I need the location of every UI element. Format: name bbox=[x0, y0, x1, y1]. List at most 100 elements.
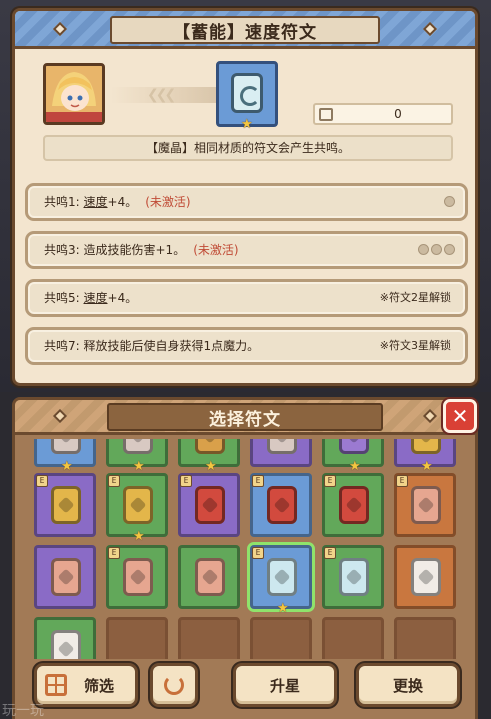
dot-icon bbox=[444, 244, 455, 255]
empty-rune-slot bbox=[394, 617, 456, 659]
rune-core-icon bbox=[195, 558, 225, 596]
effect-value: 造成技能伤害+1。 bbox=[83, 243, 186, 257]
gem-ornament-icon bbox=[422, 408, 438, 424]
dot-icon bbox=[431, 244, 442, 255]
star-icon: ★ bbox=[277, 601, 289, 616]
filter-label: 筛选 bbox=[83, 676, 114, 695]
equipped-badge: E bbox=[252, 475, 264, 487]
empty-rune-slot bbox=[250, 617, 312, 659]
rune-core-icon bbox=[195, 439, 225, 454]
rune-title: 【蓄能】速度符文 bbox=[110, 16, 380, 44]
dot-icon bbox=[444, 196, 455, 207]
star-icon: ★ bbox=[133, 459, 145, 474]
effect-level: 共鸣3: bbox=[44, 243, 84, 257]
close-button[interactable]: ✕ bbox=[443, 399, 477, 433]
rune-tile[interactable] bbox=[34, 617, 96, 659]
rune-core-icon bbox=[411, 486, 441, 524]
upgrade-star-button[interactable]: 升星 bbox=[233, 663, 337, 707]
rune-tile[interactable] bbox=[34, 545, 96, 609]
equipped-badge: E bbox=[108, 547, 120, 559]
rune-tile[interactable]: ★ bbox=[322, 439, 384, 473]
rune-core-icon bbox=[339, 486, 369, 524]
equipped-badge: E bbox=[180, 475, 192, 487]
equipped-badge: E bbox=[324, 547, 336, 559]
rune-count-value: 0 bbox=[394, 107, 402, 121]
rune-tile[interactable]: ★ bbox=[34, 439, 96, 473]
rune-tile[interactable] bbox=[394, 545, 456, 609]
rune-grid: ★ ★ ★ ★ ★ E E ★ E E E E E E ★ E bbox=[30, 439, 462, 659]
rune-detail-panel: 【蓄能】速度符文 ❮❮❮ ★ 0 【魔晶】相同材质的符文会产生共鸣。 共鸣1: … bbox=[12, 8, 478, 386]
resonance-dots bbox=[444, 196, 455, 207]
refresh-button[interactable] bbox=[150, 663, 198, 707]
resonance-effect-row: 共鸣3: 造成技能伤害+1。 (未激活) bbox=[25, 231, 468, 269]
empty-rune-slot bbox=[178, 617, 240, 659]
effect-keyword: 速度 bbox=[83, 195, 108, 209]
effect-value: +4。 bbox=[107, 291, 138, 305]
hero-portrait[interactable] bbox=[43, 63, 105, 125]
rune-core-icon bbox=[51, 630, 81, 659]
equipped-badge: E bbox=[396, 475, 408, 487]
rune-tile[interactable]: E ★ bbox=[250, 545, 312, 615]
empty-rune-slot bbox=[322, 617, 384, 659]
equipped-badge: E bbox=[324, 475, 336, 487]
rune-core-icon bbox=[51, 558, 81, 596]
bag-icon bbox=[319, 108, 333, 121]
watermark: 玩一玩 bbox=[2, 703, 44, 719]
rune-core-icon bbox=[267, 439, 297, 454]
rune-core-icon bbox=[339, 439, 369, 454]
rune-tile[interactable]: E ★ bbox=[106, 473, 168, 543]
rune-tile[interactable]: E bbox=[178, 473, 240, 537]
rune-core-icon bbox=[231, 73, 263, 113]
unlock-requirement: ※符文2星解锁 bbox=[379, 291, 451, 304]
select-header: 选择符文 bbox=[15, 400, 475, 435]
effect-value: 释放技能后使自身获得1点魔力。 bbox=[83, 339, 260, 353]
gem-ornament-icon bbox=[422, 21, 438, 37]
star-icon: ★ bbox=[421, 459, 433, 474]
rune-tile[interactable]: E bbox=[34, 473, 96, 537]
rune-core-icon bbox=[411, 558, 441, 596]
rune-core-icon bbox=[195, 486, 225, 524]
rune-core-icon bbox=[123, 558, 153, 596]
dot-icon bbox=[418, 244, 429, 255]
resonance-dots bbox=[418, 244, 455, 255]
rune-tile[interactable]: E bbox=[322, 545, 384, 609]
effect-value: +4。 bbox=[107, 195, 138, 209]
gem-ornament-icon bbox=[52, 21, 68, 37]
rune-tile[interactable]: E bbox=[394, 473, 456, 537]
selected-rune-icon[interactable]: ★ bbox=[216, 61, 278, 131]
equipped-badge: E bbox=[252, 547, 264, 559]
resonance-description: 【魔晶】相同材质的符文会产生共鸣。 bbox=[43, 135, 453, 161]
rune-tile[interactable]: ★ bbox=[394, 439, 456, 473]
filter-button[interactable]: 筛选 bbox=[34, 663, 138, 707]
hero-avatar-icon bbox=[46, 66, 102, 122]
grid-filter-icon bbox=[45, 674, 67, 696]
effect-text: 共鸣7: 释放技能后使自身获得1点魔力。 bbox=[44, 330, 259, 362]
refresh-icon bbox=[164, 675, 184, 695]
rune-tile[interactable]: E bbox=[322, 473, 384, 537]
rune-tile[interactable] bbox=[250, 439, 312, 467]
rune-tile[interactable]: E bbox=[106, 545, 168, 609]
effect-text: 共鸣5: 速度+4。 bbox=[44, 282, 137, 314]
resonance-effect-row: 共鸣5: 速度+4。 ※符文2星解锁 bbox=[25, 279, 468, 317]
gem-ornament-icon bbox=[52, 408, 68, 424]
rune-core-icon bbox=[411, 439, 441, 454]
rune-core-icon bbox=[267, 486, 297, 524]
rune-tile[interactable]: ★ bbox=[106, 439, 168, 473]
rune-core-icon bbox=[339, 558, 369, 596]
unlock-requirement: ※符文3星解锁 bbox=[379, 339, 451, 352]
rune-core-icon bbox=[51, 439, 81, 454]
equipped-badge: E bbox=[108, 475, 120, 487]
star-icon: ★ bbox=[241, 117, 253, 132]
empty-rune-slot bbox=[106, 617, 168, 659]
rune-core-icon bbox=[123, 486, 153, 524]
rune-tile[interactable] bbox=[178, 545, 240, 609]
effect-text: 共鸣3: 造成技能伤害+1。 (未激活) bbox=[44, 234, 239, 266]
rune-tile[interactable]: E bbox=[250, 473, 312, 537]
effect-text: 共鸣1: 速度+4。 (未激活) bbox=[44, 186, 191, 218]
effect-level: 共鸣5: bbox=[44, 291, 84, 305]
swap-button[interactable]: 更换 bbox=[356, 663, 460, 707]
select-title: 选择符文 bbox=[107, 403, 383, 431]
rune-tile[interactable]: ★ bbox=[178, 439, 240, 473]
transfer-arrow-icon: ❮❮❮ bbox=[111, 87, 221, 103]
rune-count-box: 0 bbox=[313, 103, 453, 125]
